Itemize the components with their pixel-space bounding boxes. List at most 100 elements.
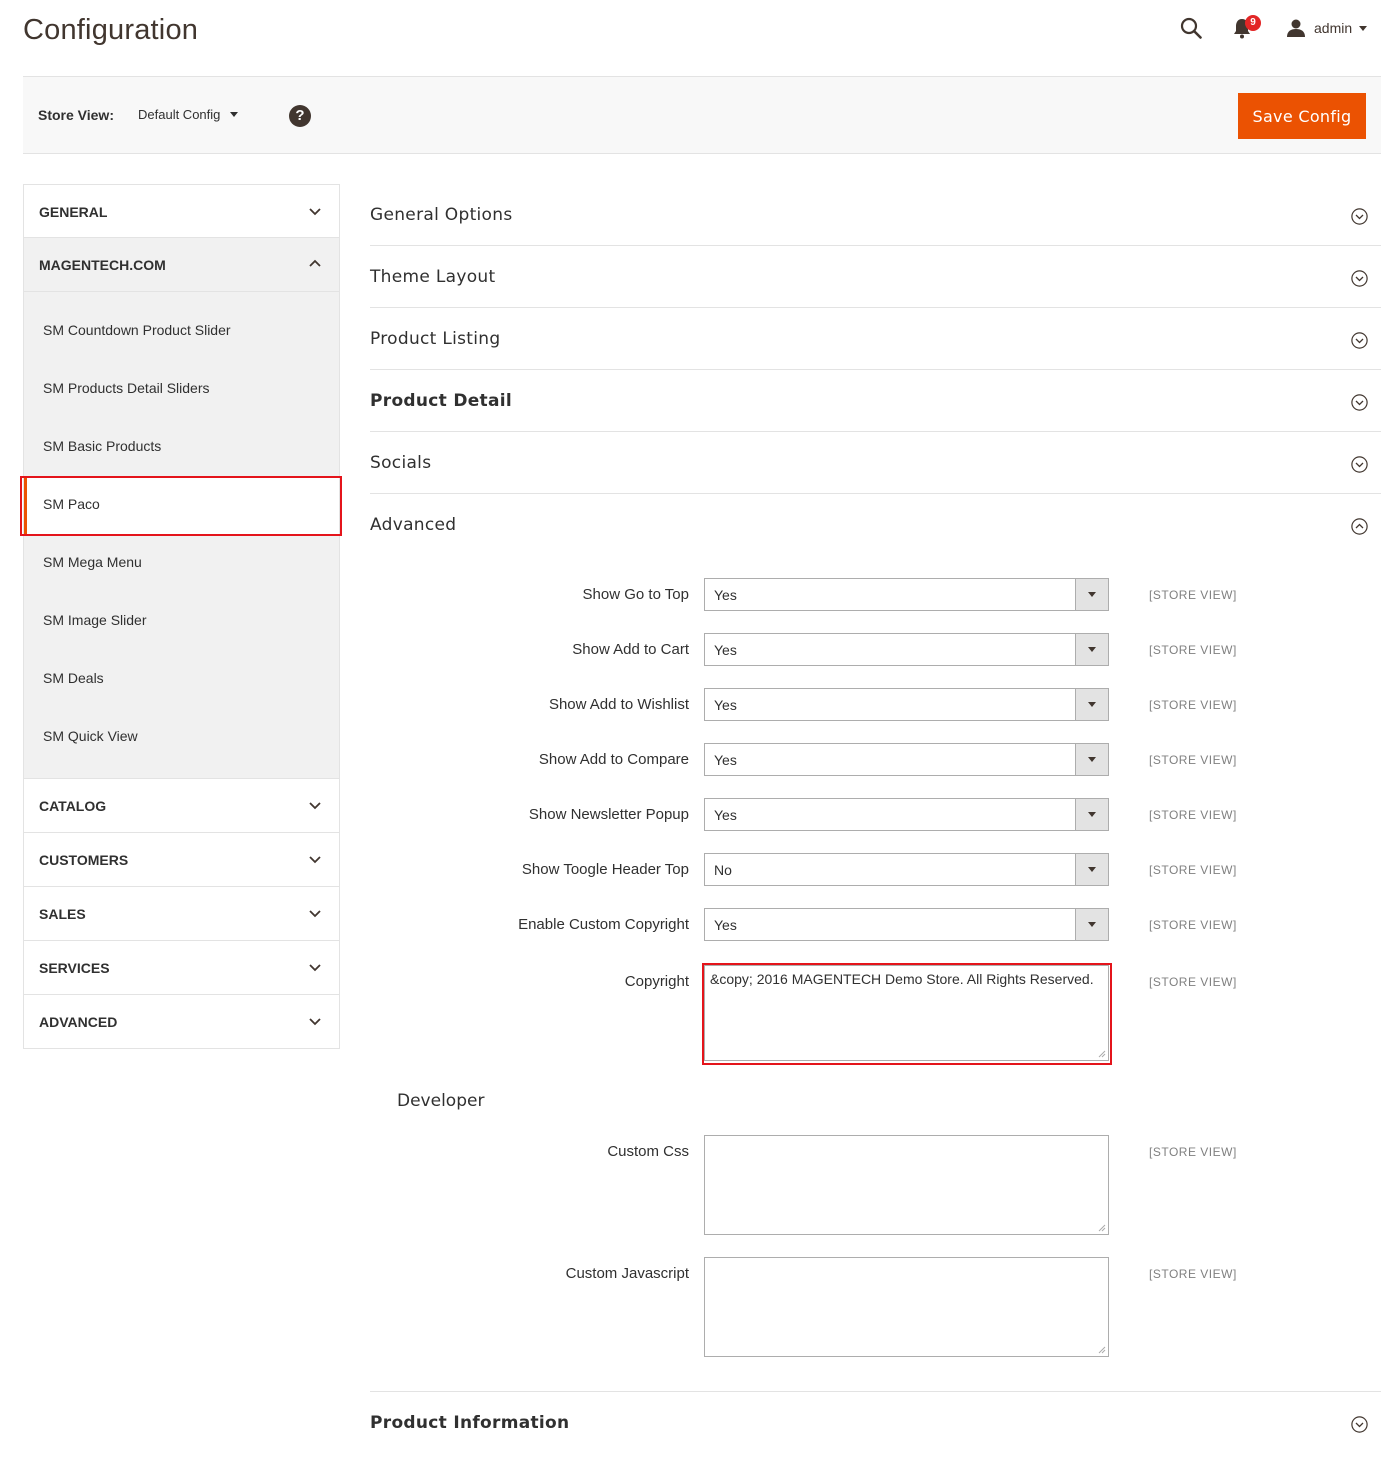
sidebar-tab-services[interactable]: SERVICES <box>23 941 340 995</box>
chevron-down-icon <box>1359 25 1368 31</box>
section-product-detail[interactable]: Product Detail <box>370 370 1381 432</box>
select-value: Yes <box>714 587 737 603</box>
sidebar-tab-label: SALES <box>39 906 86 922</box>
section-title: Product Listing <box>370 329 501 349</box>
select-arrow-icon <box>1075 799 1108 830</box>
select-arrow-icon <box>1075 689 1108 720</box>
custom-javascript-textarea[interactable] <box>704 1257 1109 1357</box>
sidebar-tab-magentech[interactable]: MAGENTECH.COM <box>23 238 340 292</box>
chevron-down-icon <box>309 856 321 864</box>
select-show-go-to-top[interactable]: Yes <box>704 578 1109 611</box>
resize-grip-icon[interactable] <box>1098 1224 1106 1232</box>
help-icon[interactable]: ? <box>289 105 311 127</box>
sidebar-item-basic-products[interactable]: SM Basic Products <box>24 418 339 476</box>
scope-label: [STORE VIEW] <box>1149 698 1237 712</box>
select-arrow-icon <box>1075 579 1108 610</box>
sidebar-tab-sales[interactable]: SALES <box>23 887 340 941</box>
scope-label: [STORE VIEW] <box>1149 643 1237 657</box>
chevron-down-icon <box>309 802 321 810</box>
custom-css-textarea[interactable] <box>704 1135 1109 1235</box>
field-label: Show Newsletter Popup <box>528 806 689 823</box>
notification-badge[interactable]: 9 <box>1245 15 1261 31</box>
chevron-down-icon <box>230 112 239 117</box>
sidebar-item-deals[interactable]: SM Deals <box>24 650 339 708</box>
select-arrow-icon <box>1075 744 1108 775</box>
sidebar-tab-label: ADVANCED <box>39 1014 118 1030</box>
resize-grip-icon[interactable] <box>1098 1050 1106 1058</box>
textarea-value: &copy; 2016 MAGENTECH Demo Store. All Ri… <box>710 971 1094 987</box>
store-view-label: Store View: <box>38 107 114 123</box>
field-label: Copyright <box>624 973 689 990</box>
config-main: General Options Theme Layout Product Lis… <box>370 184 1381 1453</box>
sidebar-item-label: SM Mega Menu <box>43 554 142 570</box>
section-general-options[interactable]: General Options <box>370 184 1381 246</box>
section-advanced[interactable]: Advanced <box>370 494 1381 556</box>
search-icon[interactable] <box>1180 17 1202 39</box>
section-title: General Options <box>370 205 513 225</box>
select-show-add-to-cart[interactable]: Yes <box>704 633 1109 666</box>
chevron-down-icon <box>309 208 321 216</box>
select-value: No <box>714 862 732 878</box>
scope-label: [STORE VIEW] <box>1149 863 1237 877</box>
sidebar-item-sm-paco[interactable]: SM Paco <box>24 476 339 534</box>
sidebar-item-mega-menu[interactable]: SM Mega Menu <box>24 534 339 592</box>
store-view-switcher[interactable]: Default Config <box>138 107 239 122</box>
select-value: Yes <box>714 752 737 768</box>
select-value: Yes <box>714 642 737 658</box>
circle-chevron-down-icon <box>1351 332 1368 349</box>
sidebar-tab-label: GENERAL <box>39 204 108 220</box>
field-label: Show Toogle Header Top <box>521 861 689 878</box>
copyright-textarea[interactable]: &copy; 2016 MAGENTECH Demo Store. All Ri… <box>704 965 1109 1061</box>
select-arrow-icon <box>1075 909 1108 940</box>
section-title: Socials <box>370 453 432 473</box>
scope-label: [STORE VIEW] <box>1149 1267 1237 1281</box>
section-theme-layout[interactable]: Theme Layout <box>370 246 1381 308</box>
field-label: Show Add to Cart <box>572 641 689 658</box>
scope-label: [STORE VIEW] <box>1149 975 1237 989</box>
sidebar-item-label: SM Deals <box>43 670 104 686</box>
scope-label: [STORE VIEW] <box>1149 918 1237 932</box>
circle-chevron-down-icon <box>1351 456 1368 473</box>
chevron-up-icon <box>309 259 321 267</box>
sidebar-item-quick-view[interactable]: SM Quick View <box>24 708 339 766</box>
field-label: Show Go to Top <box>582 586 689 603</box>
sidebar-tab-label: CUSTOMERS <box>39 852 129 868</box>
user-menu[interactable]: admin <box>1286 16 1368 40</box>
select-show-toogle-header-top[interactable]: No <box>704 853 1109 886</box>
sidebar-tab-catalog[interactable]: CATALOG <box>23 779 340 833</box>
sidebar-sub-list: SM Countdown Product Slider SM Products … <box>23 292 340 779</box>
section-socials[interactable]: Socials <box>370 432 1381 494</box>
section-product-listing[interactable]: Product Listing <box>370 308 1381 370</box>
field-label: Enable Custom Copyright <box>518 916 689 933</box>
sidebar-item-label: SM Countdown Product Slider <box>43 322 231 338</box>
sidebar-tab-customers[interactable]: CUSTOMERS <box>23 833 340 887</box>
select-show-add-to-compare[interactable]: Yes <box>704 743 1109 776</box>
chevron-down-icon <box>309 910 321 918</box>
sidebar-tab-advanced[interactable]: ADVANCED <box>23 995 340 1049</box>
sidebar-tab-label: CATALOG <box>39 798 107 814</box>
section-title: Product Detail <box>370 391 513 411</box>
select-arrow-icon <box>1075 854 1108 885</box>
developer-heading: Developer <box>397 1091 485 1111</box>
select-show-add-to-wishlist[interactable]: Yes <box>704 688 1109 721</box>
section-product-information[interactable]: Product Information <box>370 1391 1381 1453</box>
save-config-button[interactable]: Save Config <box>1238 93 1366 139</box>
circle-chevron-down-icon <box>1351 208 1368 225</box>
circle-chevron-down-icon <box>1351 270 1368 287</box>
select-value: Yes <box>714 697 737 713</box>
scope-label: [STORE VIEW] <box>1149 1145 1237 1159</box>
sidebar-tab-general[interactable]: GENERAL <box>23 184 340 238</box>
sidebar-item-image-slider[interactable]: SM Image Slider <box>24 592 339 650</box>
sidebar-tab-label: MAGENTECH.COM <box>39 257 166 273</box>
config-sidebar: GENERAL MAGENTECH.COM SM Countdown Produ… <box>23 184 340 1049</box>
sidebar-item-countdown-slider[interactable]: SM Countdown Product Slider <box>24 302 339 360</box>
select-enable-custom-copyright[interactable]: Yes <box>704 908 1109 941</box>
circle-chevron-up-icon <box>1351 518 1368 535</box>
select-show-newsletter-popup[interactable]: Yes <box>704 798 1109 831</box>
select-arrow-icon <box>1075 634 1108 665</box>
sidebar-item-products-detail-sliders[interactable]: SM Products Detail Sliders <box>24 360 339 418</box>
select-value: Yes <box>714 917 737 933</box>
sidebar-item-label: SM Image Slider <box>43 612 147 628</box>
select-value: Yes <box>714 807 737 823</box>
resize-grip-icon[interactable] <box>1098 1346 1106 1354</box>
